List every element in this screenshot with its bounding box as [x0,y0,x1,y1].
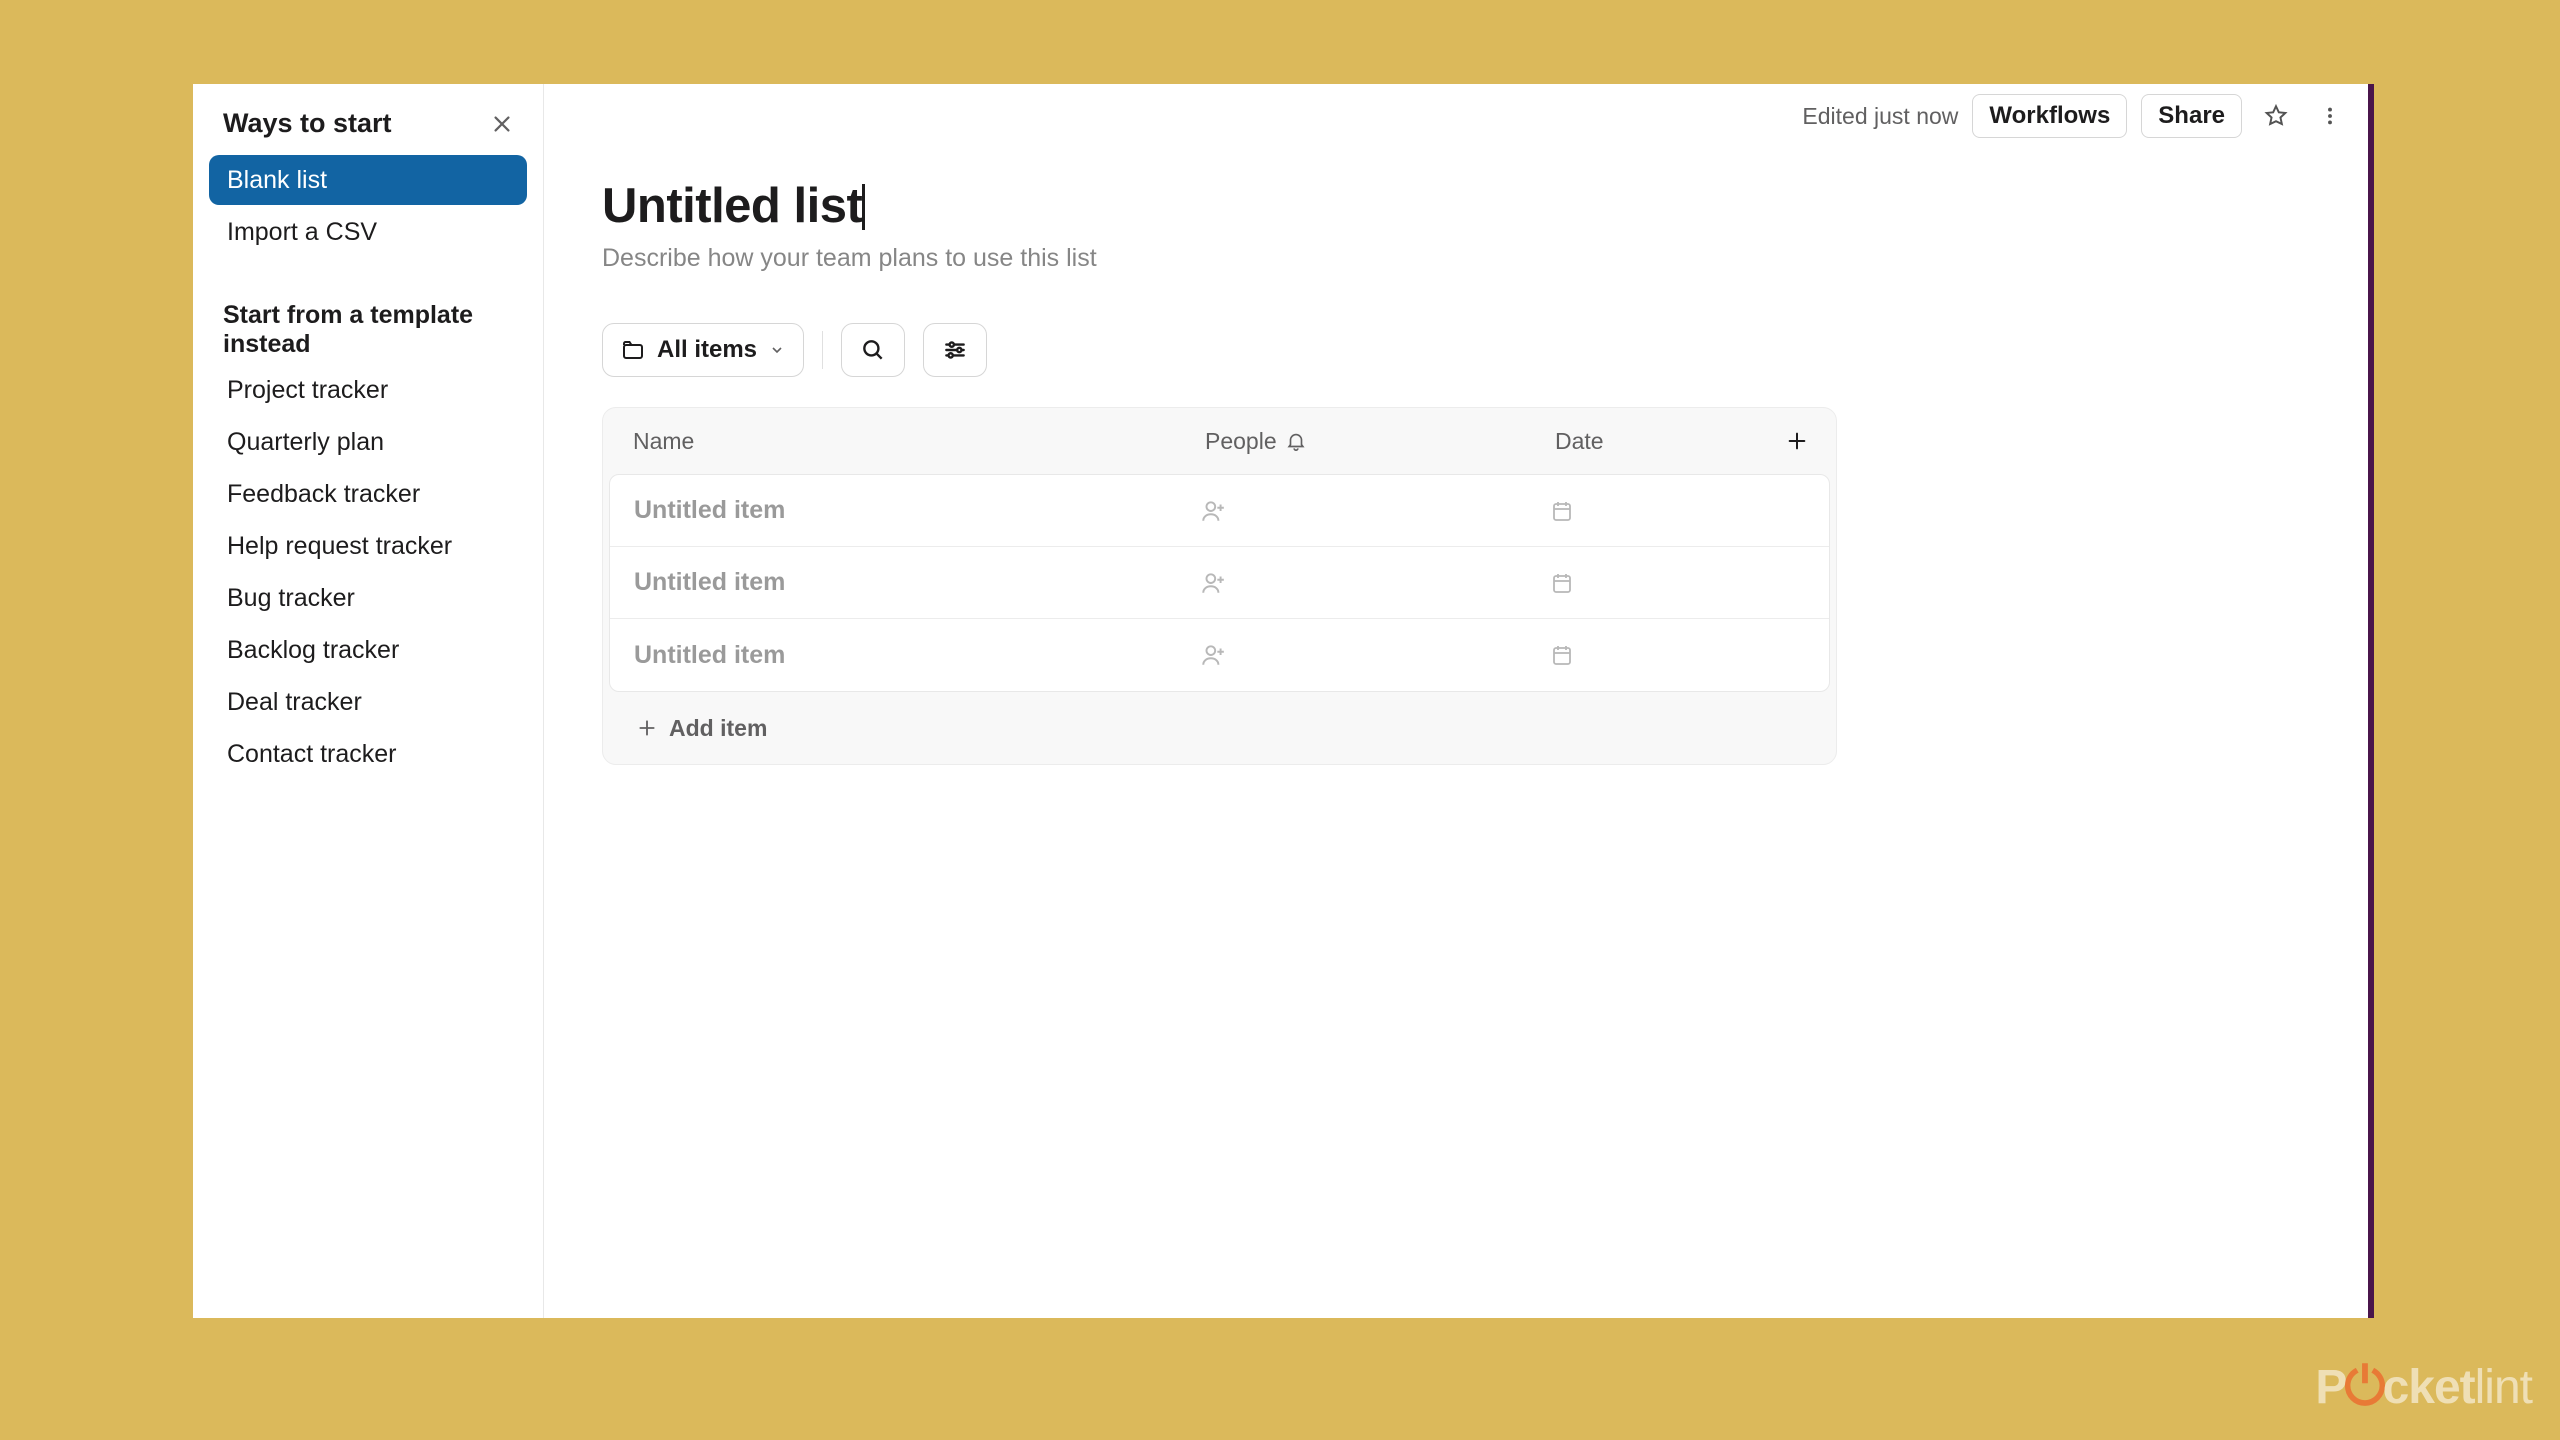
sidebar-template-list: Project tracker Quarterly plan Feedback … [209,365,527,779]
list-description-placeholder[interactable]: Describe how your team plans to use this… [602,244,2306,273]
template-quarterly-plan[interactable]: Quarterly plan [209,417,527,467]
watermark-text: P [2315,1360,2346,1415]
template-help-request-tracker[interactable]: Help request tracker [209,521,527,571]
sidebar-item-label: Bug tracker [227,584,355,612]
share-button[interactable]: Share [2141,94,2242,138]
sidebar-item-label: Import a CSV [227,218,377,246]
table-header: Name People Date [603,408,1836,474]
column-date[interactable]: Date [1555,428,1756,455]
person-add-icon [1200,642,1550,668]
column-label: People [1205,428,1277,455]
sidebar: Ways to start Blank list Import a CSV St… [193,84,544,1318]
folder-icon [621,338,645,362]
set-date-button[interactable] [1550,499,1819,523]
watermark-o-icon: ⏻ [2344,1357,2384,1418]
add-item-button[interactable]: Add item [603,692,1836,764]
table-row[interactable]: Untitled item [610,475,1829,547]
template-feedback-tracker[interactable]: Feedback tracker [209,469,527,519]
sidebar-item-blank-list[interactable]: Blank list [209,155,527,205]
template-backlog-tracker[interactable]: Backlog tracker [209,625,527,675]
sliders-icon [942,337,968,363]
add-column-button[interactable] [1756,430,1826,452]
sidebar-item-import-csv[interactable]: Import a CSV [209,207,527,257]
sidebar-title: Ways to start [223,108,392,139]
calendar-icon [1550,499,1819,523]
bell-icon [1285,430,1307,452]
sidebar-item-label: Contact tracker [227,740,397,768]
view-controls: All items [602,323,2306,377]
template-contact-tracker[interactable]: Contact tracker [209,729,527,779]
sidebar-start-list: Blank list Import a CSV [209,155,527,257]
more-icon[interactable] [2310,96,2350,136]
star-icon[interactable] [2256,96,2296,136]
table-body: Untitled item Untitled item [609,474,1830,692]
edited-status: Edited just now [1802,103,1958,130]
sidebar-templates-header: Start from a template instead [209,259,527,365]
watermark-text: lint [2475,1360,2532,1415]
assign-people-button[interactable] [1200,642,1550,668]
template-project-tracker[interactable]: Project tracker [209,365,527,415]
all-items-dropdown[interactable]: All items [602,323,804,377]
assign-people-button[interactable] [1200,570,1550,596]
column-name[interactable]: Name [633,428,1205,455]
sidebar-item-label: Quarterly plan [227,428,384,456]
assign-people-button[interactable] [1200,498,1550,524]
sidebar-item-label: Project tracker [227,376,388,404]
search-icon [860,337,886,363]
app-window: Ways to start Blank list Import a CSV St… [193,84,2368,1318]
item-name[interactable]: Untitled item [634,496,1200,525]
workflows-button[interactable]: Workflows [1972,94,2127,138]
column-people[interactable]: People [1205,428,1555,455]
button-label: Add item [669,715,767,742]
item-name[interactable]: Untitled item [634,568,1200,597]
list-title[interactable]: Untitled list [602,178,862,234]
close-icon[interactable] [491,113,513,135]
button-label: Share [2158,102,2225,129]
dropdown-label: All items [657,336,757,364]
set-date-button[interactable] [1550,643,1819,667]
watermark-logo: P⏻cketlint [2315,1357,2532,1418]
sidebar-item-label: Feedback tracker [227,480,420,508]
sidebar-item-label: Blank list [227,166,327,194]
filter-button[interactable] [923,323,987,377]
item-name[interactable]: Untitled item [634,641,1200,670]
person-add-icon [1200,498,1550,524]
person-add-icon [1200,570,1550,596]
sidebar-item-label: Deal tracker [227,688,362,716]
calendar-icon [1550,643,1819,667]
button-label: Workflows [1989,102,2110,129]
calendar-icon [1550,571,1819,595]
plus-icon [637,718,657,738]
main-pane: Edited just now Workflows Share Untitled… [544,84,2368,1318]
sidebar-item-label: Help request tracker [227,532,452,560]
list-table: Name People Date Untitled item [602,407,1837,765]
search-button[interactable] [841,323,905,377]
template-bug-tracker[interactable]: Bug tracker [209,573,527,623]
table-row[interactable]: Untitled item [610,547,1829,619]
chevron-down-icon [769,342,785,358]
sidebar-item-label: Backlog tracker [227,636,399,664]
plus-icon [1786,430,1808,452]
template-deal-tracker[interactable]: Deal tracker [209,677,527,727]
divider [822,331,823,369]
sidebar-header: Ways to start [209,102,527,149]
table-row[interactable]: Untitled item [610,619,1829,691]
topbar: Edited just now Workflows Share [1802,94,2350,138]
set-date-button[interactable] [1550,571,1819,595]
watermark-text: cket [2383,1360,2475,1415]
